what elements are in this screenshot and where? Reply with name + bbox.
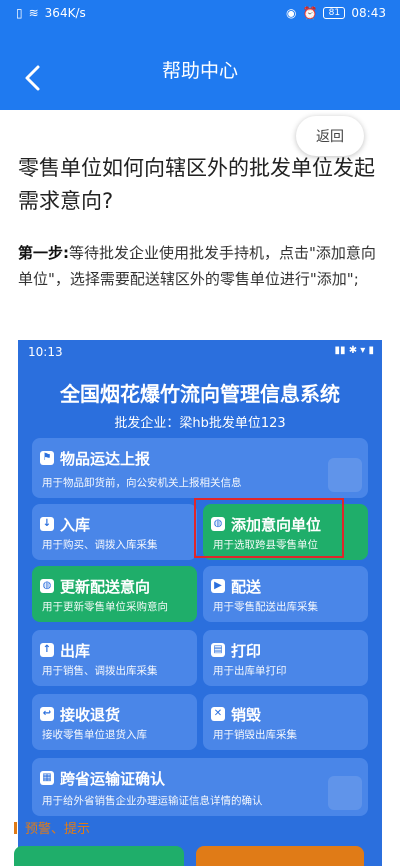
- alert-section-label: 预警、提示: [14, 818, 214, 837]
- card-desc: 用于给外省销售企业办理运输证信息详情的确认: [42, 795, 263, 807]
- card-title: 入库: [60, 516, 91, 534]
- card-destroy[interactable]: ✕ 销毁 用于销毁出库采集: [203, 694, 368, 750]
- card-stock-out[interactable]: ↑ 出库 用于销售、调拨出库采集: [32, 630, 197, 686]
- card-delivery[interactable]: ▶ 配送 用于零售配送出库采集: [203, 566, 368, 622]
- flag-icon: ⚑: [40, 451, 54, 465]
- wifi-icon: ≋: [28, 6, 39, 20]
- embedded-status-bar: 10:13 ▮▮ ✱ ▾ ▮: [18, 340, 382, 366]
- document-decor-icon: [328, 776, 362, 810]
- clock: 08:43: [351, 6, 386, 20]
- card-desc: 用于出库单打印: [213, 665, 287, 677]
- card-stock-in[interactable]: ↓ 入库 用于购买、调拨入库采集: [32, 504, 197, 560]
- card-desc: 用于物品卸货前，向公安机关上报相关信息: [42, 477, 242, 489]
- card-title: 打印: [231, 642, 262, 660]
- trash-icon: ✕: [211, 707, 225, 721]
- card-desc: 接收零售单位退货入库: [42, 729, 147, 741]
- eye-icon: ◉: [285, 6, 297, 20]
- page-title: 帮助中心: [161, 60, 238, 82]
- sim-icon: ▯: [16, 6, 23, 20]
- card-title: 出库: [60, 642, 91, 660]
- card-cross-province-permit[interactable]: ▦ 跨省运输证确认 用于给外省销售企业办理运输证信息详情的确认: [32, 758, 368, 816]
- return-button[interactable]: 返回: [296, 116, 364, 156]
- highlight-box: [194, 498, 344, 558]
- network-speed: 364K/s: [44, 6, 86, 20]
- alert-accent-bar: [14, 822, 17, 834]
- alarm-icon: ⏰: [302, 6, 318, 20]
- embedded-status-icons: ▮▮ ✱ ▾ ▮: [334, 345, 374, 356]
- battery-indicator: 81: [323, 7, 346, 19]
- upload-icon: ↑: [40, 643, 54, 657]
- card-title: 接收退货: [60, 706, 121, 724]
- card-receive-returns[interactable]: ↩ 接收退货 接收零售单位退货入库: [32, 694, 197, 750]
- printer-icon: ▤: [211, 643, 225, 657]
- enterprise-label: 批发企业：梁hb批发单位123: [114, 416, 286, 431]
- system-title: 全国烟花爆竹流向管理信息系统: [60, 382, 340, 406]
- bottom-cards-partial: [14, 840, 364, 866]
- card-desc: 用于购买、调拨入库采集: [42, 539, 158, 551]
- return-box-icon: ↩: [40, 707, 54, 721]
- alert-label-text: 预警、提示: [25, 822, 91, 837]
- download-icon: ↓: [40, 517, 54, 531]
- card-desc: 用于更新零售单位采购意向: [42, 601, 168, 613]
- question-title: 零售单位如何向辖区外的批发单位发起需求意向?: [18, 156, 375, 213]
- status-bar: ▯ ≋ 364K/s ◉ ⏰ 81 08:43: [0, 0, 400, 28]
- globe-icon: ◍: [40, 579, 54, 593]
- card-update-delivery-intent[interactable]: ◍ 更新配送意向 用于更新零售单位采购意向: [32, 566, 197, 622]
- partial-green-card[interactable]: [14, 846, 184, 866]
- card-print[interactable]: ▤ 打印 用于出库单打印: [203, 630, 368, 686]
- card-desc: 用于零售配送出库采集: [213, 601, 318, 613]
- card-title: 配送: [231, 578, 262, 596]
- truck-icon: ▶: [211, 579, 225, 593]
- flag-decor-icon: [328, 458, 362, 492]
- card-goods-arrival[interactable]: ⚑ 物品运达上报 用于物品卸货前，向公安机关上报相关信息: [32, 438, 368, 498]
- step-label: 第一步:: [18, 244, 69, 262]
- card-title: 物品运达上报: [60, 450, 151, 468]
- transport-icon: ▦: [40, 771, 54, 785]
- embedded-clock: 10:13: [28, 345, 63, 359]
- step-description: 第一步:等待批发企业使用批发手持机，点击"添加意向单位"，选择需要配送辖区外的零…: [18, 240, 382, 292]
- app-header: ▯ ≋ 364K/s ◉ ⏰ 81 08:43 帮助中心: [0, 0, 400, 110]
- card-desc: 用于销售、调拨出库采集: [42, 665, 158, 677]
- embedded-app-screenshot: 10:13 ▮▮ ✱ ▾ ▮ 全国烟花爆竹流向管理信息系统 批发企业：梁hb批发…: [18, 340, 382, 866]
- card-title: 销毁: [231, 706, 262, 724]
- card-title: 更新配送意向: [60, 578, 151, 596]
- partial-orange-card[interactable]: [196, 846, 364, 866]
- card-desc: 用于销毁出库采集: [213, 729, 297, 741]
- card-title: 跨省运输证确认: [60, 770, 166, 788]
- step-body: 等待批发企业使用批发手持机，点击"添加意向单位"，选择需要配送辖区外的零售单位进…: [18, 244, 376, 288]
